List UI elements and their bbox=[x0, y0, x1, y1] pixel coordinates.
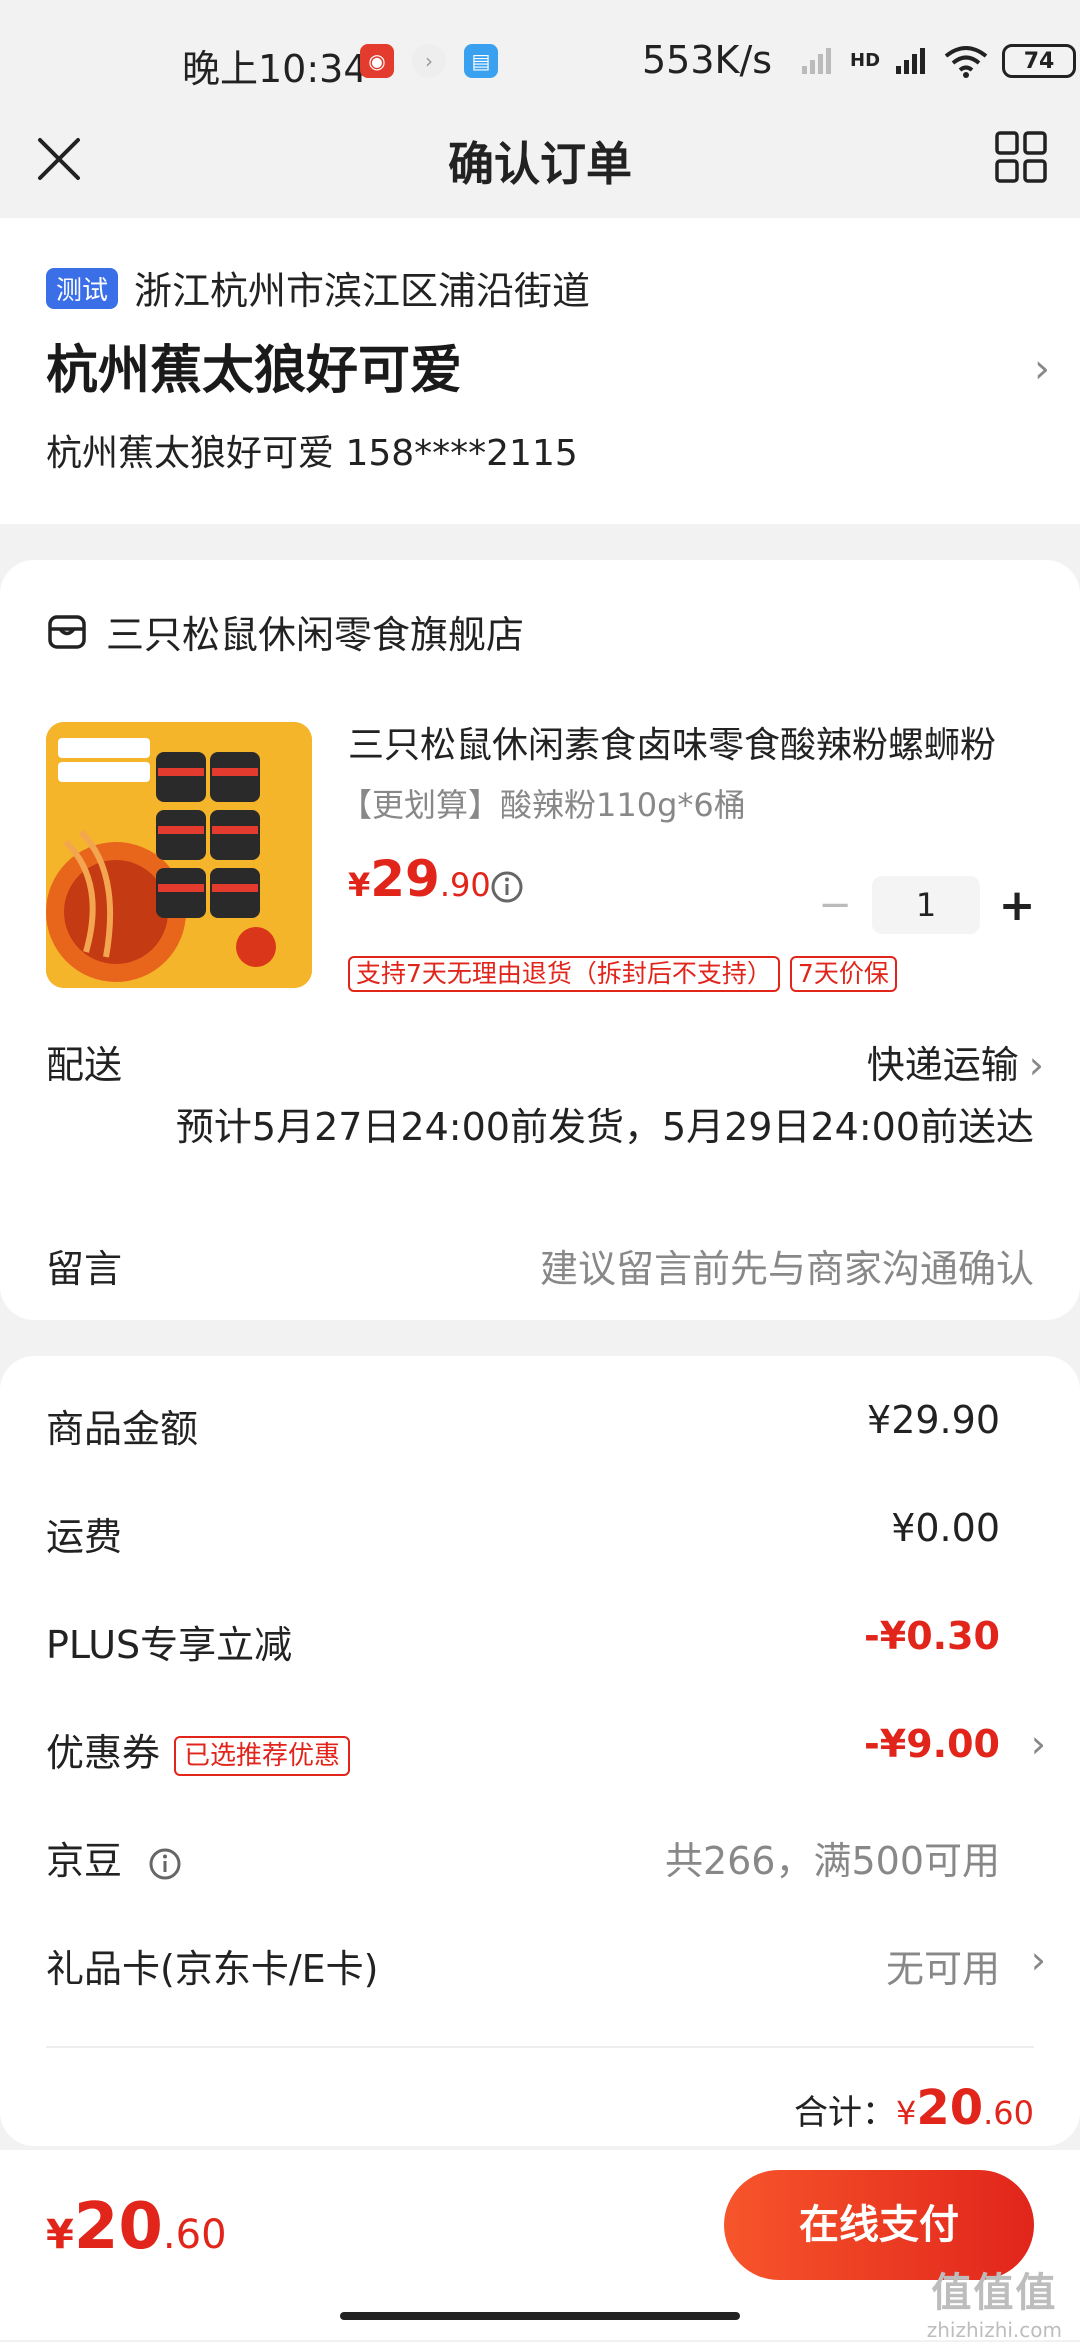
battery-icon: 74 bbox=[1002, 44, 1077, 78]
test-tag: 测试 bbox=[46, 268, 119, 309]
quantity-stepper: − 1 + bbox=[808, 876, 1044, 934]
total-line: 合计：¥20.60 bbox=[793, 2080, 1034, 2136]
store-icon bbox=[48, 614, 86, 649]
address-card[interactable]: 测试 浙江杭州市滨江区浦沿街道 杭州蕉太狼好可爱 杭州蕉太狼好可爱 158***… bbox=[0, 218, 1080, 742]
signal-weak-icon bbox=[802, 48, 831, 74]
quantity-field[interactable]: 1 bbox=[872, 876, 980, 934]
coupon-value: -¥9.00 bbox=[864, 1722, 1000, 1766]
chevron-right-icon: › bbox=[1030, 1722, 1046, 1766]
goods-amount-value: ¥29.90 bbox=[867, 1398, 1000, 1442]
watermark: 值值值 zhizhizhi.com bbox=[926, 2270, 1062, 2342]
gift-card-value: 无可用 bbox=[885, 1947, 1000, 1991]
info-icon[interactable] bbox=[490, 870, 524, 904]
product-name[interactable]: 三只松鼠休闲素食卤味零食酸辣粉螺蛳粉 bbox=[348, 716, 1028, 768]
shop-header[interactable]: 三只松鼠休闲零食旗舰店 bbox=[46, 604, 524, 659]
home-indicator[interactable] bbox=[340, 2312, 740, 2320]
bottom-total-price: ¥20.60 bbox=[46, 2190, 227, 2264]
price-summary-card: 商品金额 ¥29.90 运费 ¥0.00 PLUS专享立减 -¥0.30 优惠券… bbox=[0, 1356, 1080, 2146]
signal-strong-icon bbox=[896, 48, 926, 74]
shop-card: 三只松鼠休闲零食旗舰店 三只松鼠休闲素食卤味零食酸辣粉螺蛳粉 【更划算】酸辣粉1… bbox=[0, 560, 1080, 1320]
netease-music-icon: ◉ bbox=[360, 44, 394, 78]
product-image[interactable] bbox=[46, 722, 312, 988]
network-speed: 553K/s bbox=[642, 38, 773, 82]
grid-menu-icon[interactable] bbox=[994, 130, 1048, 184]
jingdou-value: 共266，满500可用 bbox=[664, 1839, 1000, 1883]
product-spec[interactable]: 【更划算】酸辣粉110g*6桶 bbox=[340, 780, 746, 826]
delivery-label: 配送 bbox=[46, 1043, 123, 1087]
address-contact: 杭州蕉太狼好可爱 158****2115 bbox=[46, 433, 578, 474]
note-label: 留言 bbox=[46, 1247, 123, 1291]
chevron-right-icon: › bbox=[1028, 1043, 1044, 1087]
decrease-button[interactable]: − bbox=[808, 882, 862, 928]
address-title: 杭州蕉太狼好可爱 bbox=[46, 341, 463, 401]
calendar-app-icon: ▤ bbox=[464, 44, 498, 78]
app-notification-icon: › bbox=[412, 44, 446, 78]
delivery-eta: 预计5月27日24:00前发货，5月29日24:00前送达 bbox=[175, 1105, 1034, 1149]
bottom-bar: ¥20.60 在线支付 值值值 zhizhizhi.com bbox=[0, 2150, 1080, 2342]
delivery-method[interactable]: 快递运输 › bbox=[867, 1034, 1044, 1089]
chevron-right-icon: › bbox=[1030, 1938, 1046, 1982]
shipping-fee-value: ¥0.00 bbox=[891, 1506, 1000, 1550]
note-input[interactable]: 建议留言前先与商家沟通确认 bbox=[540, 1238, 1034, 1293]
info-icon[interactable] bbox=[148, 1847, 182, 1881]
hd-label: HD bbox=[850, 50, 881, 71]
chevron-right-icon: › bbox=[1034, 346, 1050, 392]
page-title: 确认订单 bbox=[448, 137, 632, 191]
product-price: ¥29.90 bbox=[348, 850, 491, 908]
return-policy-badge: 支持7天无理由退货（拆封后不支持） bbox=[348, 956, 780, 992]
total-amount: ¥20.60 bbox=[895, 2080, 1034, 2136]
coupon-recommended-tag: 已选推荐优惠 bbox=[174, 1735, 351, 1776]
notification-icons: ◉ › ▤ bbox=[360, 44, 498, 78]
plus-discount-value: -¥0.30 bbox=[864, 1614, 1000, 1658]
service-badges: 支持7天无理由退货（拆封后不支持） 7天价保 bbox=[348, 956, 897, 992]
address-region: 浙江杭州市滨江区浦沿街道 bbox=[134, 269, 591, 313]
increase-button[interactable]: + bbox=[990, 880, 1044, 931]
price-protect-badge: 7天价保 bbox=[789, 956, 897, 992]
status-time: 晚上10:34 bbox=[182, 47, 368, 91]
nav-bar: 确认订单 bbox=[0, 104, 1080, 218]
shop-name: 三只松鼠休闲零食旗舰店 bbox=[106, 613, 525, 657]
divider bbox=[46, 2046, 1034, 2048]
wifi-icon bbox=[944, 46, 988, 78]
